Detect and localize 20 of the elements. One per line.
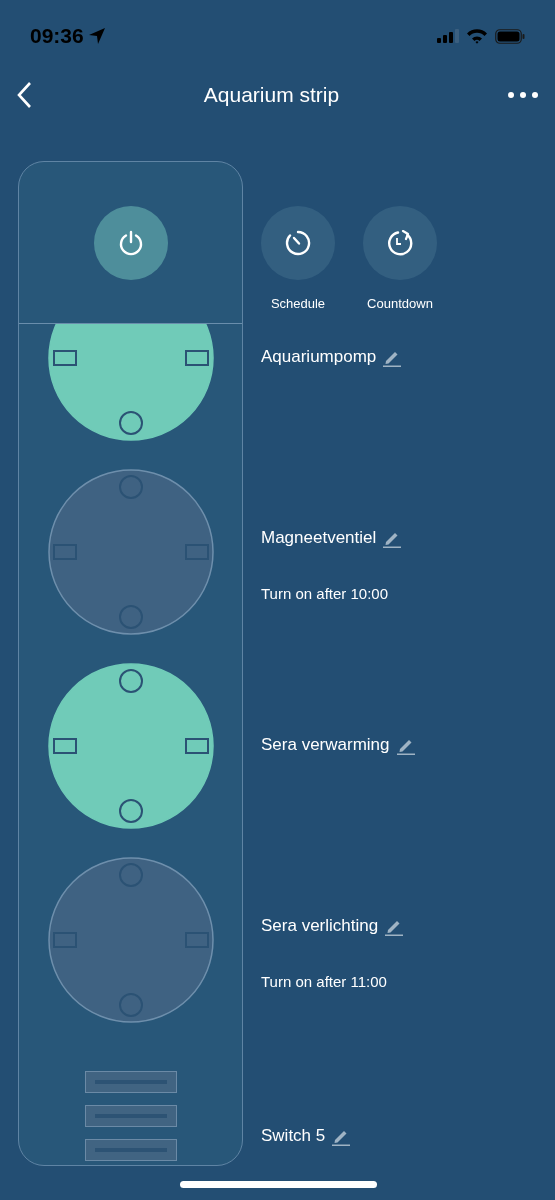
signal-icon (437, 29, 459, 43)
outlet-name: Switch 5 (261, 1125, 326, 1148)
outlet-name: Sera verwarming (261, 734, 390, 757)
wifi-icon (466, 28, 488, 44)
page-title: Aquarium strip (203, 82, 340, 109)
socket-drawing[interactable] (47, 663, 214, 829)
action-label: Schedule (270, 295, 326, 313)
timer-text: Turn on after 11:00 (261, 971, 388, 992)
action-label: Countdown (367, 295, 433, 313)
location-arrow-icon (87, 27, 106, 45)
timer-reset-icon (387, 230, 413, 256)
outlet-name: Aquariumpomp (261, 346, 377, 369)
timer-text: Turn on after 10:00 (261, 583, 390, 604)
outlet-name: Sera verlichting (261, 915, 379, 937)
dial-icon (285, 230, 311, 256)
socket-drawing[interactable] (47, 324, 214, 441)
power-icon (117, 229, 144, 256)
outlet-name: Magneetventiel (261, 527, 377, 549)
status-time: 09:36 (30, 23, 84, 50)
battery-icon (495, 28, 525, 44)
